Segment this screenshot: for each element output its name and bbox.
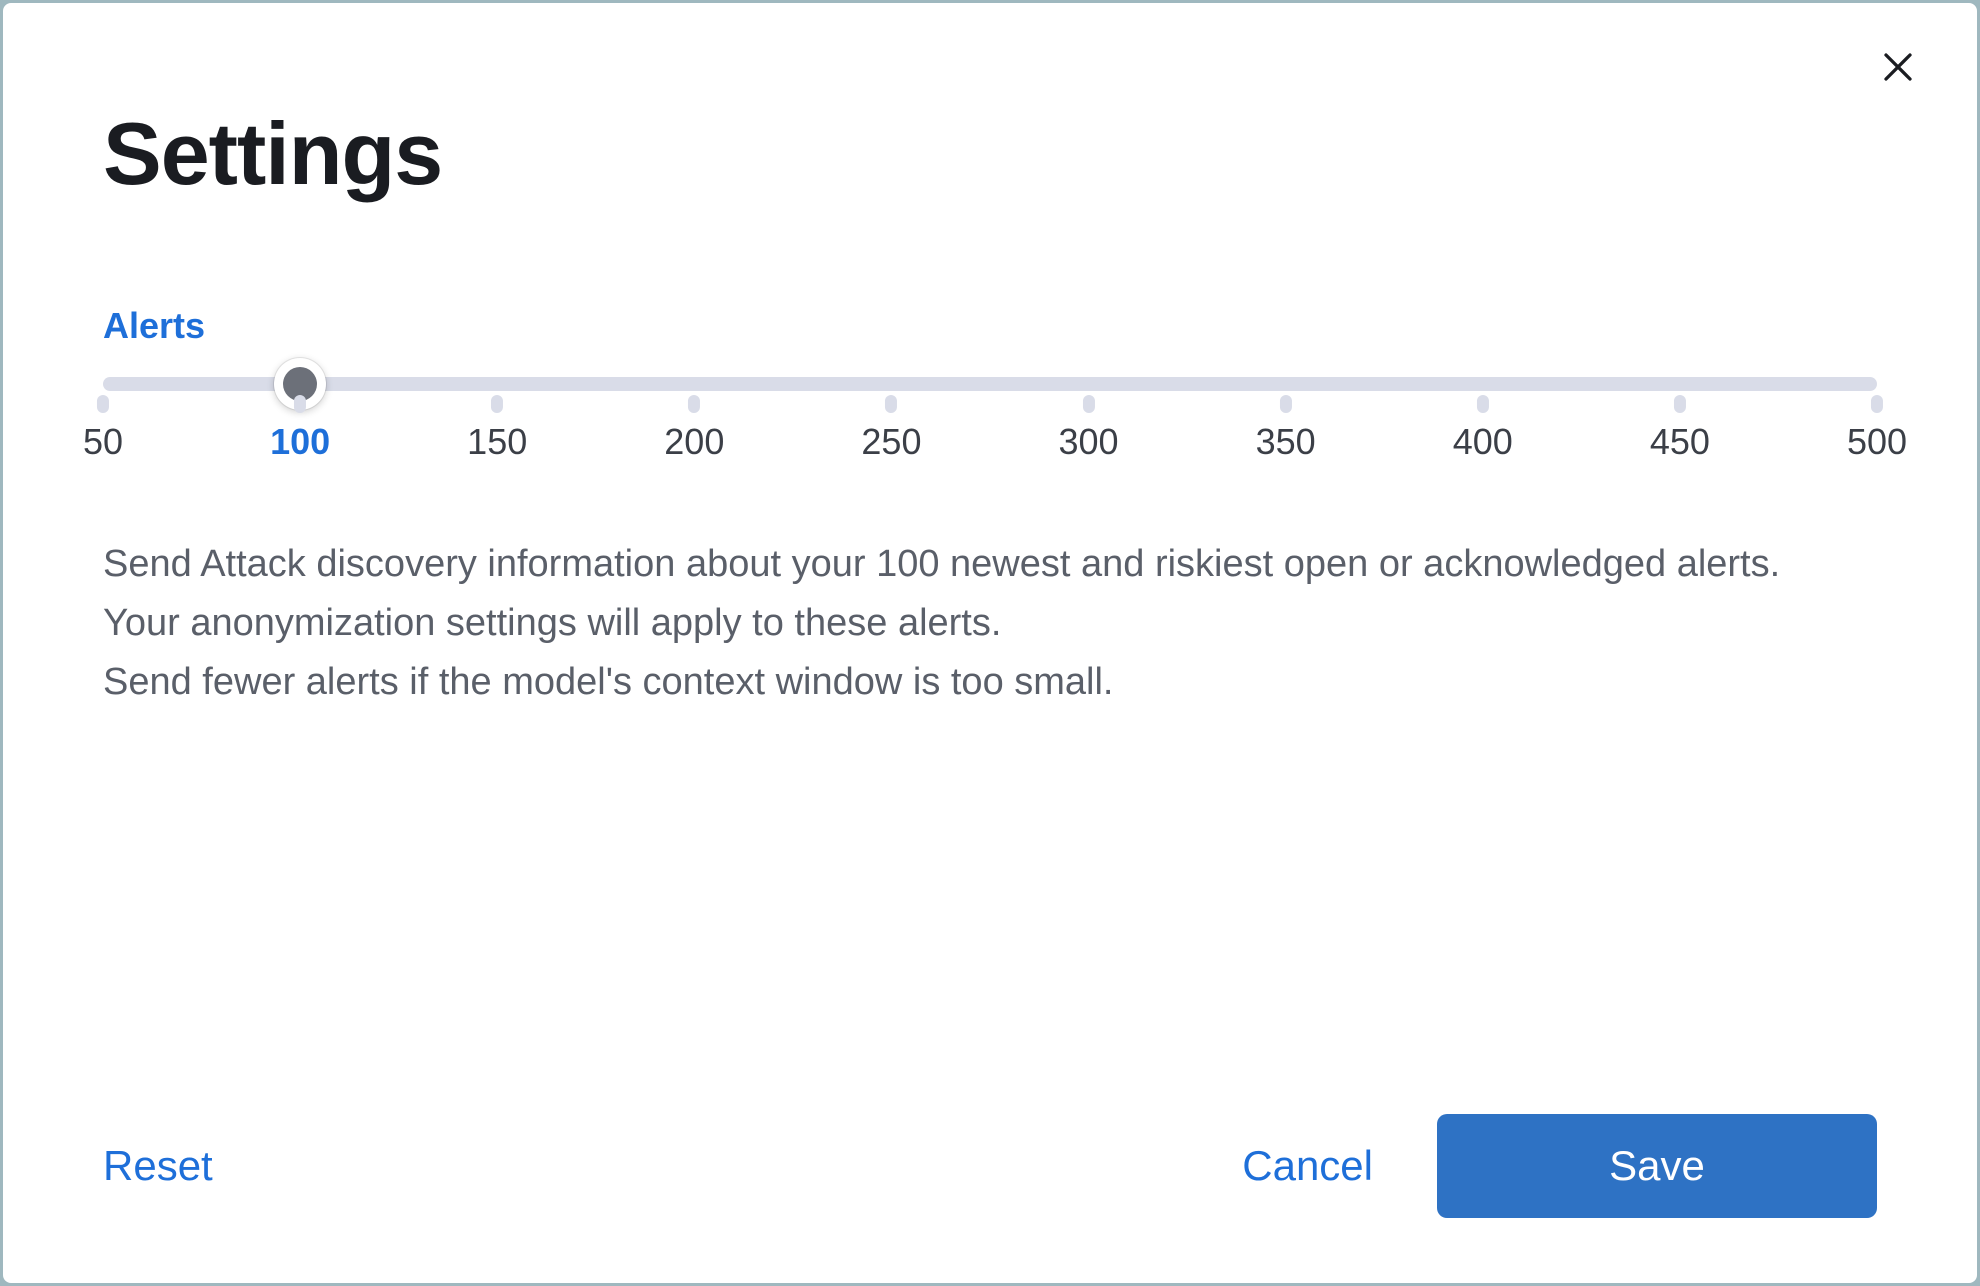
dialog-title: Settings [103, 103, 1877, 205]
description-line: Send fewer alerts if the model's context… [103, 653, 1877, 712]
tick-label: 200 [664, 421, 724, 463]
tick-mark [97, 395, 109, 413]
tick-label: 500 [1847, 421, 1907, 463]
slider-track [103, 377, 1877, 391]
tick-mark [688, 395, 700, 413]
alerts-section-label: Alerts [103, 305, 1877, 347]
tick-mark [885, 395, 897, 413]
tick-mark [1477, 395, 1489, 413]
tick-label: 150 [467, 421, 527, 463]
slider-tick[interactable]: 450 [1650, 395, 1710, 463]
slider-tick[interactable]: 100 [270, 395, 330, 463]
description-line: Your anonymization settings will apply t… [103, 594, 1877, 653]
slider-tick[interactable]: 50 [83, 395, 123, 463]
slider-tick[interactable]: 150 [467, 395, 527, 463]
tick-label: 100 [270, 421, 330, 463]
slider-tick[interactable]: 400 [1453, 395, 1513, 463]
tick-mark [1674, 395, 1686, 413]
slider-tick[interactable]: 350 [1256, 395, 1316, 463]
settings-dialog: Settings Alerts 50 100 150 200 250 300 350 400 4… [3, 3, 1977, 1283]
description-line: Send Attack discovery information about … [103, 535, 1877, 594]
slider-tick[interactable]: 500 [1847, 395, 1907, 463]
tick-mark [294, 395, 306, 413]
alerts-slider[interactable]: 50100150200250300350400450500 [103, 377, 1877, 475]
tick-mark [1083, 395, 1095, 413]
alerts-description: Send Attack discovery information about … [103, 535, 1877, 712]
save-button[interactable]: Save [1437, 1114, 1877, 1218]
slider-ticks: 50100150200250300350400450500 [103, 395, 1877, 475]
tick-mark [1280, 395, 1292, 413]
tick-label: 450 [1650, 421, 1710, 463]
tick-label: 250 [861, 421, 921, 463]
tick-label: 50 [83, 421, 123, 463]
close-button[interactable] [1874, 43, 1922, 91]
slider-tick[interactable]: 300 [1059, 395, 1119, 463]
slider-tick[interactable]: 200 [664, 395, 724, 463]
tick-mark [1871, 395, 1883, 413]
tick-label: 300 [1059, 421, 1119, 463]
slider-tick[interactable]: 250 [861, 395, 921, 463]
dialog-footer: Reset Cancel Save [103, 1114, 1877, 1218]
cancel-button[interactable]: Cancel [1242, 1142, 1373, 1190]
reset-button[interactable]: Reset [103, 1142, 213, 1190]
tick-mark [491, 395, 503, 413]
footer-right-group: Cancel Save [1242, 1114, 1877, 1218]
tick-label: 350 [1256, 421, 1316, 463]
close-icon [1880, 49, 1916, 85]
tick-label: 400 [1453, 421, 1513, 463]
